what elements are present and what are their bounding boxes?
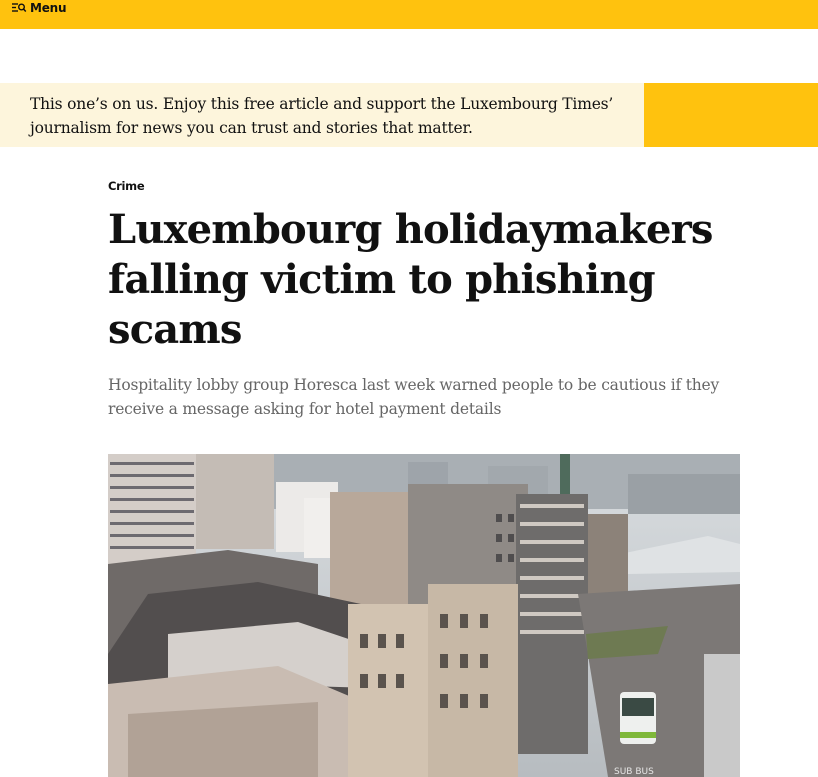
banner-accent-block <box>644 83 818 147</box>
article-subheadline: Hospitality lobby group Horesca last wee… <box>108 376 720 418</box>
road-marking-text: SUB BUS <box>614 767 654 777</box>
menu-button[interactable]: Menu <box>11 0 67 16</box>
free-article-banner: This one’s on us. Enjoy this free articl… <box>0 83 818 147</box>
free-article-message: This one’s on us. Enjoy this free articl… <box>30 95 614 137</box>
article-category-link[interactable]: Crime <box>108 179 145 193</box>
article-hero-image: SUB BUS <box>108 454 740 777</box>
search-menu-icon <box>11 2 27 14</box>
top-navigation-bar: Menu <box>0 0 818 29</box>
article-headline: Luxembourg holidaymakers falling victim … <box>108 206 713 353</box>
menu-label: Menu <box>30 1 67 15</box>
